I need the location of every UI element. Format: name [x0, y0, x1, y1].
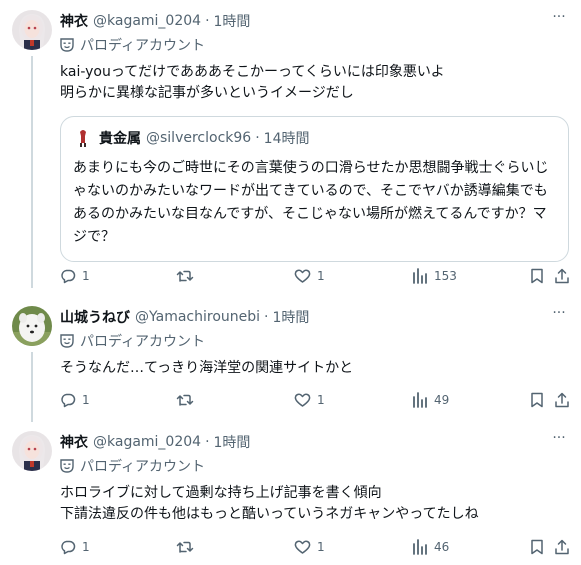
reply-count: 1 [82, 540, 90, 554]
separator-dot: · [205, 13, 210, 29]
post-time[interactable]: 1時間 [272, 307, 309, 327]
post-text: kai-youってだけであああそこかーってくらいには印象悪いよ 明らかに異様な記… [60, 64, 445, 101]
like-icon [294, 393, 311, 407]
bookmark-button[interactable] [530, 390, 544, 410]
more-icon[interactable]: ··· [549, 431, 569, 451]
quote-time[interactable]: 14時間 [264, 128, 310, 148]
post-header: 山城うねび @Yamachirounebi · 1時間 [60, 306, 569, 328]
reply-icon [61, 540, 76, 555]
share-icon [555, 268, 569, 284]
avatar[interactable] [12, 10, 52, 50]
action-bar: 1 1 153 [60, 266, 569, 286]
like-button[interactable]: 1 [294, 537, 325, 557]
parody-mask-icon [60, 459, 74, 473]
repost-button[interactable] [176, 537, 200, 557]
post[interactable]: 神衣 @kagami_0204 · 1時間 ··· パロディアカウント kai-… [0, 10, 581, 290]
views-icon [413, 539, 427, 555]
repost-button[interactable] [176, 390, 200, 410]
repost-icon [176, 541, 194, 553]
like-button[interactable]: 1 [294, 266, 325, 286]
author-handle[interactable]: @kagami_0204 [93, 434, 201, 450]
action-bar: 1 1 46 [60, 537, 569, 557]
parody-label: パロディアカウント [60, 455, 569, 477]
repost-icon [176, 270, 194, 282]
like-count: 1 [317, 540, 325, 554]
reply-count: 1 [82, 393, 90, 407]
parody-label-text: パロディアカウント [80, 334, 206, 350]
like-count: 1 [317, 393, 325, 407]
quote-avatar [73, 128, 93, 148]
post-text: ホロライブに対して過剰な持ち上げ記事を書く傾向 下請法違反の件も他はもっと酷いっ… [60, 485, 479, 522]
author-name[interactable]: 山城うねび [60, 307, 130, 327]
separator-dot: · [264, 309, 269, 325]
like-button[interactable]: 1 [294, 390, 325, 410]
share-button[interactable] [554, 390, 570, 410]
like-count: 1 [317, 269, 325, 283]
parody-mask-icon [60, 38, 74, 52]
parody-label: パロディアカウント [60, 34, 569, 56]
post-header: 神衣 @kagami_0204 · 1時間 [60, 10, 569, 32]
bookmark-icon [531, 539, 543, 555]
avatar[interactable] [12, 431, 52, 471]
post-header: 神衣 @kagami_0204 · 1時間 [60, 431, 569, 453]
separator-dot: · [205, 434, 210, 450]
share-button[interactable] [554, 266, 570, 286]
quoted-post[interactable]: 貴金属 @silverclock96 · 14時間 あまりにも今のご時世にその言… [60, 116, 569, 262]
post-text: そうなんだ…てっきり海洋堂の関連サイトかと [60, 360, 354, 376]
like-icon [294, 540, 311, 554]
repost-icon [176, 394, 194, 406]
like-icon [294, 269, 311, 283]
author-name[interactable]: 神衣 [60, 432, 88, 452]
views-icon [413, 392, 427, 408]
more-icon[interactable]: ··· [549, 10, 569, 30]
bookmark-icon [531, 392, 543, 408]
share-icon [555, 539, 569, 555]
reply-button[interactable]: 1 [60, 537, 90, 557]
reply-icon [61, 393, 76, 408]
quote-text: あまりにも今のご時世にその言葉使うの口滑らせたか思想闘争戦士ぐらいじゃないのかみ… [73, 160, 549, 245]
more-icon[interactable]: ··· [549, 306, 569, 326]
reply-button[interactable]: 1 [60, 390, 90, 410]
post-time[interactable]: 1時間 [214, 432, 251, 452]
share-button[interactable] [554, 537, 570, 557]
author-handle[interactable]: @kagami_0204 [93, 13, 201, 29]
quote-header: 貴金属 @silverclock96 · 14時間 [73, 127, 556, 149]
reply-button[interactable]: 1 [60, 266, 90, 286]
author-name[interactable]: 神衣 [60, 11, 88, 31]
parody-mask-icon [60, 334, 74, 348]
reply-icon [61, 269, 76, 284]
post[interactable]: 山城うねび @Yamachirounebi · 1時間 ··· パロディアカウン… [0, 306, 581, 426]
parody-label-text: パロディアカウント [80, 38, 206, 54]
quote-author-name[interactable]: 貴金属 [99, 128, 141, 148]
repost-button[interactable] [176, 266, 200, 286]
views-count: 46 [434, 540, 450, 554]
views-button[interactable]: 49 [412, 390, 449, 410]
action-bar: 1 1 49 [60, 390, 569, 410]
reply-count: 1 [82, 269, 90, 283]
quote-author-handle[interactable]: @silverclock96 [146, 130, 251, 146]
parody-label: パロディアカウント [60, 330, 569, 352]
bookmark-button[interactable] [530, 537, 544, 557]
author-handle[interactable]: @Yamachirounebi [135, 309, 260, 325]
separator-dot: · [255, 130, 260, 146]
avatar[interactable] [12, 306, 52, 346]
share-icon [555, 392, 569, 408]
bookmark-button[interactable] [530, 266, 544, 286]
views-count: 49 [434, 393, 450, 407]
parody-label-text: パロディアカウント [80, 459, 206, 475]
post-time[interactable]: 1時間 [214, 11, 251, 31]
post[interactable]: 神衣 @kagami_0204 · 1時間 ··· パロディアカウント ホロライ… [0, 431, 581, 565]
views-count: 153 [434, 269, 457, 283]
views-icon [413, 268, 427, 284]
bookmark-icon [531, 268, 543, 284]
views-button[interactable]: 46 [412, 537, 449, 557]
views-button[interactable]: 153 [412, 266, 457, 286]
